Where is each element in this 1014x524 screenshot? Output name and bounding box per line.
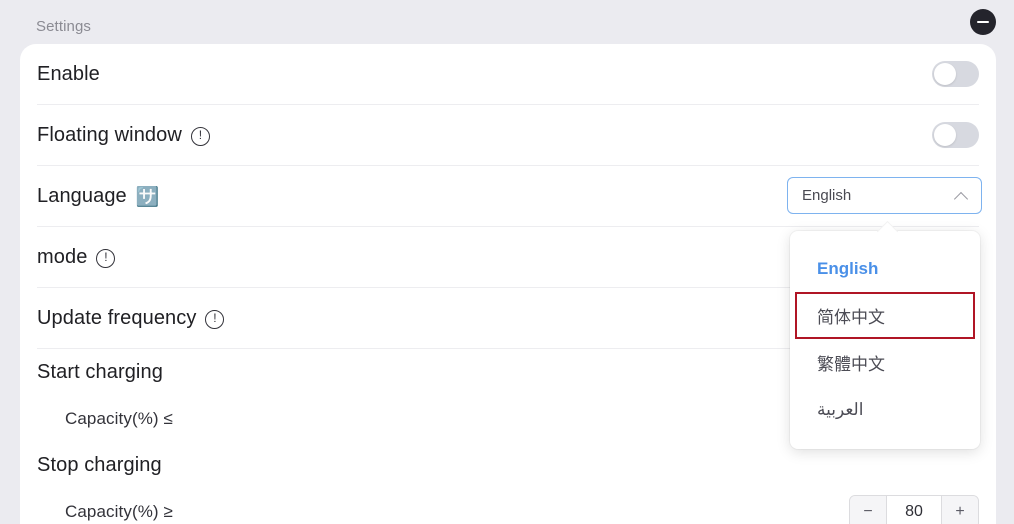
row-label-text: Update frequency xyxy=(37,306,197,329)
row-label-text: Enable xyxy=(37,62,100,85)
row-label-floating-window: Floating window ! xyxy=(37,124,210,147)
chevron-up-icon xyxy=(955,190,967,202)
row-label-text: Floating window xyxy=(37,123,182,146)
row-label-mode: mode ! xyxy=(37,245,116,269)
row-label-text: mode xyxy=(37,245,88,268)
minimize-button[interactable] xyxy=(970,9,996,35)
group-title-start-charging: Start charging xyxy=(37,360,163,383)
stop-capacity-label: Capacity(%) ≥ xyxy=(65,501,173,521)
info-icon[interactable]: ! xyxy=(205,309,225,329)
stepper-decrement-button[interactable]: − xyxy=(850,495,886,524)
row-label-update-frequency: Update frequency ! xyxy=(37,306,225,330)
language-option-english[interactable]: English xyxy=(790,245,980,292)
info-icon[interactable]: ! xyxy=(96,248,116,268)
settings-row-enable: Enable xyxy=(37,44,979,105)
toggle-floating-window[interactable] xyxy=(932,122,979,148)
translate-icon: 🈂️ xyxy=(135,186,160,208)
language-select-value: English xyxy=(802,187,852,204)
language-select[interactable]: English xyxy=(787,177,982,214)
row-label-enable: Enable xyxy=(37,63,100,86)
settings-row-floating-window: Floating window ! xyxy=(37,105,979,166)
row-label-text: Language xyxy=(37,184,127,207)
row-label-language: Language 🈂️ xyxy=(37,185,160,208)
group-title-stop-charging: Stop charging xyxy=(37,453,162,476)
toggle-knob xyxy=(934,63,956,85)
language-option-simplified-chinese[interactable]: 简体中文 xyxy=(795,292,975,339)
row-control-enable xyxy=(932,61,979,87)
row-control-floating-window xyxy=(932,122,979,148)
toggle-knob xyxy=(934,124,956,146)
minus-icon xyxy=(977,21,989,23)
toggle-enable[interactable] xyxy=(932,61,979,87)
language-option-traditional-chinese[interactable]: 繁體中文 xyxy=(790,339,980,386)
start-capacity-label: Capacity(%) ≤ xyxy=(65,408,173,428)
stepper-value[interactable]: 80 xyxy=(886,495,942,524)
stepper-increment-button[interactable]: + xyxy=(942,495,978,524)
stop-charging-capacity-row: Capacity(%) ≥ − 80 + xyxy=(37,488,979,524)
language-option-arabic[interactable]: العربية xyxy=(790,386,980,433)
page-title: Settings xyxy=(36,18,91,35)
info-icon[interactable]: ! xyxy=(190,126,210,146)
stop-capacity-stepper: − 80 + xyxy=(849,494,979,524)
window-header: Settings xyxy=(0,0,1014,44)
language-dropdown: English 简体中文 繁體中文 العربية xyxy=(790,231,980,449)
